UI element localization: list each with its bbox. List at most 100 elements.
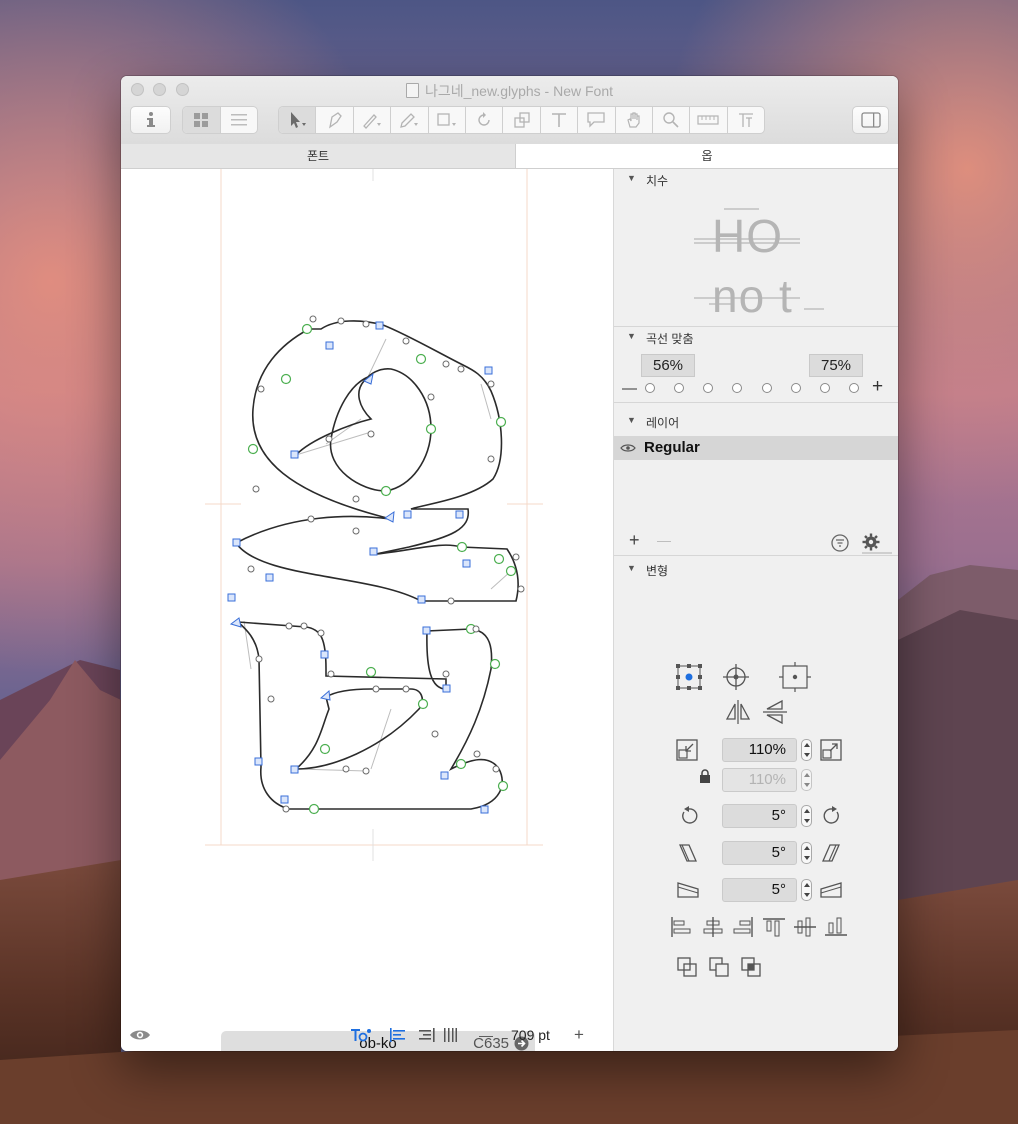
annotation-tool-button[interactable]	[578, 107, 616, 133]
slant-input[interactable]: 5°	[722, 841, 797, 865]
curve-fitting-section-header[interactable]: ▼ 곡선 맞춤	[614, 327, 898, 347]
align-right-edges-icon[interactable]	[732, 917, 754, 937]
slant-right-icon[interactable]	[820, 842, 842, 864]
curve-fitting-plus-button[interactable]: +	[872, 376, 883, 398]
select-tool-button[interactable]	[279, 107, 317, 133]
glyph-edit-canvas[interactable]: ob-ko C635 커닝 12 17 커닝 그룹 360 그룹	[121, 169, 614, 1051]
curve-fitting-title: 곡선 맞춤	[646, 332, 694, 346]
grid-view-button[interactable]	[183, 107, 221, 133]
annotation-tool-icon	[587, 112, 605, 128]
resize-handle[interactable]	[862, 552, 892, 554]
scale-down-icon[interactable]	[675, 738, 699, 762]
title-bar: 나그네_new.glyphs - New Font	[121, 76, 898, 145]
scale-tool-button[interactable]	[503, 107, 541, 133]
draw-tool-button[interactable]	[316, 107, 354, 133]
vertical-text-icon[interactable]	[443, 1028, 457, 1042]
pen-tool-button[interactable]	[354, 107, 392, 133]
sidebar-toggle-button[interactable]	[852, 106, 889, 134]
glyph-outline-view	[205, 169, 543, 861]
zoom-value[interactable]: 709 pt	[511, 1027, 550, 1043]
info-icon	[146, 112, 155, 127]
scale-vertical-stepper[interactable]	[801, 769, 812, 791]
disclosure-triangle-icon: ▼	[627, 331, 636, 341]
rotate-input[interactable]: 5°	[722, 804, 797, 828]
scale-vertical-input[interactable]: 110%	[722, 768, 797, 792]
align-horizontal-centers-icon[interactable]	[702, 917, 724, 937]
measure-tool-button[interactable]	[690, 107, 728, 133]
metrics-tool-button[interactable]	[728, 107, 764, 133]
intersect-icon[interactable]	[740, 956, 762, 978]
disclosure-triangle-icon: ▼	[627, 563, 636, 573]
dimensions-section-header[interactable]: ▼ 치수	[614, 169, 898, 189]
layer-row[interactable]: Regular	[614, 436, 898, 460]
curve-fitting-left-value[interactable]: 56%	[641, 354, 695, 377]
separator	[614, 555, 898, 556]
flip-vertical-icon[interactable]	[762, 699, 788, 725]
rotate-cw-icon[interactable]	[821, 805, 843, 827]
list-view-icon	[230, 114, 247, 126]
layer-filter-icon[interactable]	[831, 534, 849, 552]
transform-crosshair-icon[interactable]	[721, 662, 751, 692]
skew-input[interactable]: 5°	[722, 878, 797, 902]
align-left-edges-icon[interactable]	[670, 917, 692, 937]
zoom-in-button[interactable]: +	[574, 1025, 584, 1045]
lock-icon[interactable]	[699, 769, 711, 783]
list-view-button[interactable]	[221, 107, 258, 133]
union-icon[interactable]	[676, 956, 698, 978]
slant-left-icon[interactable]	[677, 842, 699, 864]
transform-bounds-icon[interactable]	[779, 662, 811, 692]
layer-settings-gear-icon[interactable]	[862, 533, 880, 551]
align-vertical-centers-icon[interactable]	[794, 917, 816, 937]
pencil-tool-icon	[400, 113, 419, 128]
transform-section-header[interactable]: ▼ 변형	[614, 559, 898, 579]
pencil-tool-button[interactable]	[391, 107, 429, 133]
scale-input[interactable]: 110%	[722, 738, 797, 762]
align-left-icon[interactable]	[390, 1028, 406, 1042]
text-tool-button[interactable]	[541, 107, 579, 133]
align-right-icon[interactable]	[419, 1028, 435, 1042]
skew-down-icon[interactable]	[676, 881, 700, 899]
skew-up-icon[interactable]	[819, 881, 843, 899]
curve-fitting-minus-button[interactable]: —	[622, 380, 637, 397]
curve-fitting-right-value[interactable]: 75%	[809, 354, 863, 377]
flip-horizontal-icon[interactable]	[725, 699, 751, 725]
separator	[614, 402, 898, 403]
rectangle-tool-icon	[437, 113, 456, 126]
zoom-tool-button[interactable]	[653, 107, 691, 133]
text-options-icon[interactable]	[350, 1027, 372, 1043]
hand-tool-icon	[626, 112, 640, 128]
remove-layer-button[interactable]: —	[657, 532, 671, 548]
transform-origin-selector-icon[interactable]	[674, 662, 704, 692]
window-title: 나그네_new.glyphs - New Font	[121, 81, 898, 101]
unused	[614, 489, 898, 509]
rotate-tool-button[interactable]	[466, 107, 504, 133]
scale-stepper[interactable]	[801, 739, 812, 761]
layers-section-header[interactable]: ▼ 레이어	[614, 411, 898, 431]
rectangle-tool-button[interactable]	[429, 107, 466, 133]
on-curve-nodes	[227, 321, 493, 814]
layers-title: 레이어	[646, 416, 680, 430]
slant-stepper[interactable]	[801, 842, 812, 864]
skew-stepper[interactable]	[801, 879, 812, 901]
subtract-icon[interactable]	[708, 956, 730, 978]
add-layer-button[interactable]: +	[629, 530, 640, 551]
curve-fitting-presets[interactable]	[644, 382, 864, 394]
scale-tool-icon	[513, 112, 530, 128]
layer-visibility-eye-icon[interactable]	[620, 443, 636, 453]
select-tool-icon	[291, 112, 307, 128]
zoom-tool-icon	[663, 112, 679, 128]
align-bottom-edges-icon[interactable]	[825, 917, 847, 937]
draw-tool-icon	[328, 112, 342, 129]
rotate-stepper[interactable]	[801, 805, 812, 827]
zoom-out-button[interactable]: —	[479, 1027, 493, 1043]
align-top-edges-icon[interactable]	[763, 917, 785, 937]
preview-eye-icon[interactable]	[129, 1028, 151, 1042]
rotate-ccw-icon[interactable]	[678, 805, 700, 827]
tab-bar: 폰트 옵	[121, 144, 898, 169]
tab-glyph[interactable]: 옵	[516, 144, 898, 168]
info-button[interactable]	[130, 106, 171, 134]
tab-font[interactable]: 폰트	[121, 144, 516, 168]
hand-tool-button[interactable]	[616, 107, 653, 133]
dimensions-title: 치수	[646, 174, 669, 188]
scale-up-icon[interactable]	[819, 738, 843, 762]
